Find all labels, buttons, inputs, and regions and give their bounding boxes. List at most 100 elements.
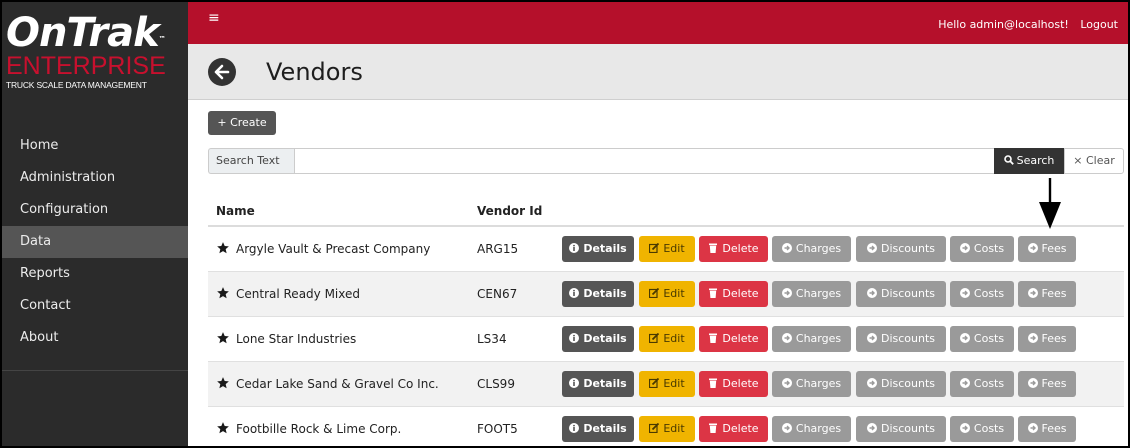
column-header-name: Name [216, 204, 255, 218]
details-button[interactable]: Details [562, 281, 634, 307]
table-body: Argyle Vault & Precast Company ARG15 Det… [208, 227, 1124, 446]
edit-button[interactable]: Edit [639, 416, 695, 442]
charges-button[interactable]: Charges [772, 236, 851, 262]
vendor-id: LS34 [477, 332, 507, 346]
details-button[interactable]: Details [562, 416, 634, 442]
user-area: Hello admin@localhost! Logout [938, 18, 1118, 31]
delete-button[interactable]: Delete [699, 416, 768, 442]
sidebar-divider [2, 370, 188, 371]
arrow-circle-right-icon [1027, 378, 1038, 388]
user-greeting: Hello admin@localhost! [938, 18, 1069, 31]
delete-label: Delete [722, 377, 759, 390]
fees-label: Fees [1041, 377, 1067, 390]
sidebar-item-reports[interactable]: Reports [2, 258, 188, 290]
details-label: Details [583, 332, 627, 345]
favorite-star-icon[interactable] [216, 376, 230, 390]
charges-button[interactable]: Charges [772, 416, 851, 442]
costs-button[interactable]: Costs [950, 371, 1014, 397]
logout-link[interactable]: Logout [1080, 18, 1118, 31]
info-icon [569, 288, 580, 298]
edit-button[interactable]: Edit [639, 236, 695, 262]
delete-button[interactable]: Delete [699, 281, 768, 307]
vendor-id: FOOT5 [477, 422, 518, 436]
search-bar: Search Text Search × Clear [208, 148, 1124, 174]
table-row: Footbille Rock & Lime Corp. FOOT5 Detail… [208, 407, 1124, 446]
edit-label: Edit [663, 242, 685, 255]
arrow-circle-right-icon [866, 288, 877, 298]
fees-button[interactable]: Fees [1018, 236, 1076, 262]
discounts-button[interactable]: Discounts [856, 326, 946, 352]
arrow-circle-right-icon [1027, 243, 1038, 253]
sidebar: OnTrak™ ENTERPRISE TRUCK SCALE DATA MANA… [2, 2, 188, 446]
fees-button[interactable]: Fees [1018, 371, 1076, 397]
vendor-id: CEN67 [477, 287, 518, 301]
charges-button[interactable]: Charges [772, 281, 851, 307]
logo-name: OnTrak [6, 10, 160, 56]
brand-logo[interactable]: OnTrak™ ENTERPRISE TRUCK SCALE DATA MANA… [2, 2, 188, 130]
sidebar-item-configuration[interactable]: Configuration [2, 194, 188, 226]
discounts-button[interactable]: Discounts [856, 416, 946, 442]
back-arrow-icon[interactable] [208, 58, 236, 86]
create-button[interactable]: + Create [208, 111, 276, 135]
menu-toggle-icon[interactable]: ≡ [208, 10, 220, 26]
sidebar-item-about[interactable]: About [2, 322, 188, 354]
favorite-star-icon[interactable] [216, 421, 230, 435]
search-label: Search Text [208, 148, 294, 174]
charges-button[interactable]: Charges [772, 326, 851, 352]
sidebar-item-data[interactable]: Data [2, 226, 188, 258]
vendors-table: Name Vendor Id Argyle Vault & Precast Co… [208, 193, 1124, 446]
discounts-button[interactable]: Discounts [856, 281, 946, 307]
details-button[interactable]: Details [562, 371, 634, 397]
details-button[interactable]: Details [562, 326, 634, 352]
sidebar-item-contact[interactable]: Contact [2, 290, 188, 322]
arrow-circle-right-icon [781, 288, 792, 298]
favorite-star-icon[interactable] [216, 331, 230, 345]
delete-button[interactable]: Delete [699, 326, 768, 352]
charges-label: Charges [795, 242, 842, 255]
vendor-name: Lone Star Industries [236, 332, 357, 346]
arrow-circle-right-icon [781, 243, 792, 253]
delete-label: Delete [722, 242, 759, 255]
costs-button[interactable]: Costs [950, 281, 1014, 307]
sidebar-item-administration[interactable]: Administration [2, 162, 188, 194]
clear-button[interactable]: × Clear [1064, 148, 1124, 174]
arrow-circle-right-icon [1027, 333, 1038, 343]
costs-button[interactable]: Costs [950, 236, 1014, 262]
favorite-star-icon[interactable] [216, 286, 230, 300]
fees-button[interactable]: Fees [1018, 326, 1076, 352]
charges-button[interactable]: Charges [772, 371, 851, 397]
delete-button[interactable]: Delete [699, 371, 768, 397]
search-input[interactable] [294, 148, 998, 174]
discounts-button[interactable]: Discounts [856, 371, 946, 397]
edit-label: Edit [663, 422, 685, 435]
table-row: Central Ready Mixed CEN67 Details Edit D… [208, 272, 1124, 317]
search-button[interactable]: Search [994, 148, 1064, 174]
details-button[interactable]: Details [562, 236, 634, 262]
sidebar-item-home[interactable]: Home [2, 130, 188, 162]
edit-label: Edit [663, 287, 685, 300]
edit-button[interactable]: Edit [639, 281, 695, 307]
arrow-circle-right-icon [866, 378, 877, 388]
edit-button[interactable]: Edit [639, 326, 695, 352]
top-bar: ≡ Hello admin@localhost! Logout [188, 2, 1128, 44]
trash-icon [709, 423, 718, 433]
table-header: Name Vendor Id [208, 193, 1124, 227]
logo-trademark: ™ [158, 35, 166, 43]
costs-button[interactable]: Costs [950, 326, 1014, 352]
delete-label: Delete [722, 287, 759, 300]
costs-button[interactable]: Costs [950, 416, 1014, 442]
fees-button[interactable]: Fees [1018, 281, 1076, 307]
edit-icon [649, 333, 660, 343]
delete-button[interactable]: Delete [699, 236, 768, 262]
vendor-id: ARG15 [477, 242, 519, 256]
table-row: Argyle Vault & Precast Company ARG15 Det… [208, 227, 1124, 272]
edit-button[interactable]: Edit [639, 371, 695, 397]
fees-button[interactable]: Fees [1018, 416, 1076, 442]
details-label: Details [583, 242, 627, 255]
details-label: Details [583, 422, 627, 435]
discounts-button[interactable]: Discounts [856, 236, 946, 262]
arrow-circle-right-icon [1027, 423, 1038, 433]
favorite-star-icon[interactable] [216, 241, 230, 255]
charges-label: Charges [795, 377, 842, 390]
fees-label: Fees [1041, 287, 1067, 300]
